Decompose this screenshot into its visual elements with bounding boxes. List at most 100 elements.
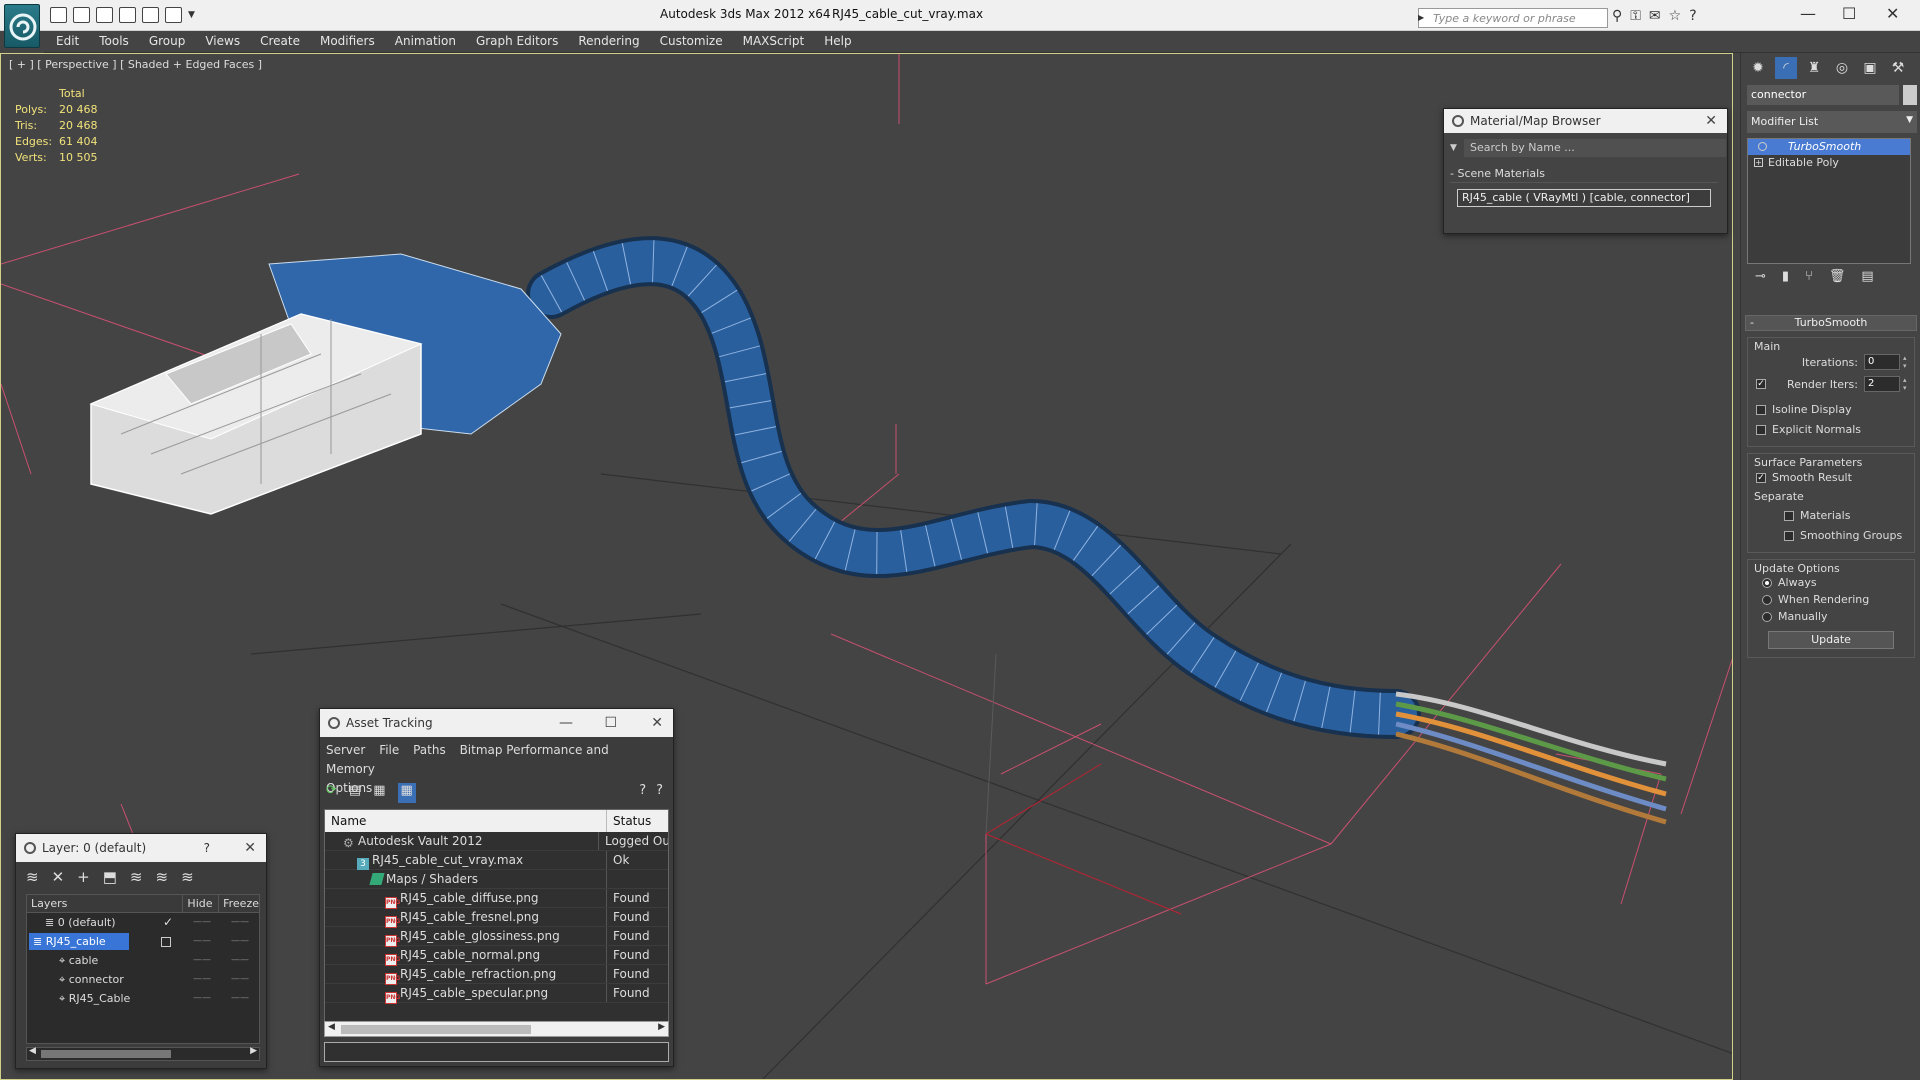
minimize-icon[interactable]: —: [1800, 4, 1816, 23]
qat-dropdown-icon[interactable]: ▼: [188, 7, 198, 23]
vault-help-icon[interactable]: ?: [656, 783, 663, 803]
update-button[interactable]: Update: [1768, 631, 1894, 649]
create-tab-icon[interactable]: ✹: [1747, 57, 1769, 79]
remove-modifier-icon[interactable]: 🗑: [1829, 269, 1846, 284]
options-dropdown-icon[interactable]: ▼: [1450, 143, 1457, 153]
scroll-right-icon[interactable]: ▶: [250, 1046, 257, 1056]
maximize-icon[interactable]: ☐: [604, 709, 617, 737]
explicit-normals-checkbox[interactable]: [1756, 425, 1766, 435]
hide-toggle[interactable]: ——: [193, 913, 211, 932]
separate-materials-option[interactable]: Materials: [1754, 506, 1908, 526]
pin-stack-icon[interactable]: ⊸: [1755, 269, 1766, 284]
search-expand-icon[interactable]: ▶: [1418, 8, 1428, 28]
close-icon[interactable]: ✕: [244, 834, 256, 862]
scene-materials-section[interactable]: - Scene Materials: [1450, 167, 1718, 183]
layer-row[interactable]: ⌖ connector —— ——: [27, 970, 259, 989]
select-objects-icon[interactable]: ⬒: [103, 868, 117, 886]
hide-all-icon[interactable]: ≋: [156, 868, 169, 886]
expand-plus-icon[interactable]: +: [1754, 158, 1763, 167]
refresh-icon[interactable]: ⟳: [326, 783, 337, 803]
close-icon[interactable]: ✕: [1886, 4, 1899, 23]
freeze-toggle[interactable]: ——: [231, 913, 249, 932]
asset-row[interactable]: PNGRJ45_cable_refraction.png Found: [325, 965, 668, 985]
layer-row[interactable]: ⌖ cable —— ——: [27, 951, 259, 970]
menu-server[interactable]: Server: [326, 743, 365, 757]
freeze-toggle[interactable]: ——: [231, 951, 249, 970]
save-file-icon[interactable]: [73, 7, 90, 23]
menu-paths[interactable]: Paths: [413, 743, 446, 757]
menu-rendering[interactable]: Rendering: [578, 31, 639, 52]
menu-views[interactable]: Views: [205, 31, 240, 52]
isoline-checkbox[interactable]: [1756, 405, 1766, 415]
menu-modifiers[interactable]: Modifiers: [320, 31, 375, 52]
asset-row[interactable]: PNGRJ45_cable_normal.png Found: [325, 946, 668, 966]
project-folder-icon[interactable]: [165, 7, 182, 23]
menu-file[interactable]: File: [379, 743, 399, 757]
display-tab-icon[interactable]: ▣: [1859, 57, 1881, 79]
asset-tracking-titlebar[interactable]: Asset Tracking — ☐ ✕: [320, 709, 673, 737]
menu-create[interactable]: Create: [260, 31, 300, 52]
layer-row[interactable]: ≣ 0 (default) ✓ —— ——: [27, 913, 259, 932]
help-search-input[interactable]: Type a keyword or phrase: [1418, 8, 1608, 28]
material-search-input[interactable]: Search by Name ...: [1464, 139, 1726, 157]
materials-checkbox[interactable]: [1784, 511, 1794, 521]
scrollbar-thumb[interactable]: [41, 1050, 171, 1058]
col-status[interactable]: Status: [607, 810, 651, 832]
add-layer-icon[interactable]: +: [77, 868, 90, 886]
viewport-label[interactable]: [ + ] [ Perspective ] [ Shaded + Edged F…: [9, 58, 262, 71]
menu-help[interactable]: Help: [824, 31, 851, 52]
menu-maxscript[interactable]: MAXScript: [743, 31, 805, 52]
set-current-layer-box[interactable]: [161, 937, 171, 947]
freeze-toggle[interactable]: ——: [231, 970, 249, 989]
open-file-icon[interactable]: [50, 7, 67, 23]
communication-icon[interactable]: ✉: [1649, 8, 1661, 24]
layer-panel-titlebar[interactable]: Layer: 0 (default) ? ✕: [16, 834, 266, 862]
layers-icon[interactable]: ≋: [26, 868, 39, 886]
asset-row[interactable]: PNGRJ45_cable_fresnel.png Found: [325, 908, 668, 928]
object-color-swatch[interactable]: [1903, 85, 1917, 105]
show-end-result-icon[interactable]: ▮: [1782, 269, 1789, 284]
col-name[interactable]: Name: [325, 810, 607, 832]
manually-radio[interactable]: [1762, 612, 1772, 622]
modifier-list-dropdown[interactable]: Modifier List ▼: [1747, 111, 1917, 133]
close-icon[interactable]: ✕: [651, 709, 663, 737]
table-view-icon[interactable]: ▦: [397, 783, 416, 803]
col-layers[interactable]: Layers: [27, 895, 184, 912]
menu-animation[interactable]: Animation: [395, 31, 456, 52]
menu-group[interactable]: Group: [149, 31, 186, 52]
hierarchy-tab-icon[interactable]: ♜: [1803, 57, 1825, 79]
menu-edit[interactable]: Edit: [56, 31, 79, 52]
rollout-header[interactable]: - TurboSmooth: [1745, 315, 1917, 331]
undo-icon[interactable]: [119, 7, 136, 23]
stack-item-turbosmooth[interactable]: TurboSmooth: [1748, 139, 1910, 155]
asset-row[interactable]: 3 RJ45_cable_cut_vray.max Ok: [325, 851, 668, 870]
col-freeze[interactable]: Freeze: [219, 895, 259, 912]
layer-row[interactable]: ⌖ RJ45_Cable —— ——: [27, 989, 259, 1008]
asset-horizontal-scrollbar[interactable]: ◀ ▶: [324, 1021, 669, 1037]
hide-toggle[interactable]: ——: [193, 970, 211, 989]
explicit-normals-option[interactable]: Explicit Normals: [1754, 420, 1908, 440]
always-radio[interactable]: [1762, 578, 1772, 588]
make-unique-icon[interactable]: ⑂: [1805, 269, 1813, 284]
asset-row[interactable]: PNGRJ45_cable_specular.png Found: [325, 984, 668, 1004]
material-browser-titlebar[interactable]: Material/Map Browser ✕: [1444, 109, 1727, 133]
scroll-left-icon[interactable]: ◀: [29, 1046, 36, 1056]
update-manually-option[interactable]: Manually: [1754, 608, 1908, 625]
update-always-option[interactable]: Always: [1754, 574, 1908, 591]
menu-bitmap-performance[interactable]: Bitmap Performance and Memory: [326, 743, 609, 776]
hide-toggle[interactable]: ——: [193, 951, 211, 970]
redo-icon[interactable]: [142, 7, 159, 23]
material-item[interactable]: RJ45_cable ( VRayMtl ) [cable, connector…: [1457, 189, 1711, 207]
asset-path-field[interactable]: [324, 1042, 669, 1062]
smooth-result-checkbox[interactable]: ✓: [1756, 473, 1766, 483]
render-iters-checkbox[interactable]: ✓: [1756, 379, 1766, 389]
asset-row[interactable]: PNGRJ45_cable_glossiness.png Found: [325, 927, 668, 947]
modify-tab-icon[interactable]: ◜: [1775, 57, 1797, 79]
help-icon[interactable]: ?: [1689, 8, 1696, 24]
freeze-toggle[interactable]: ——: [231, 989, 249, 1008]
binoculars-icon[interactable]: ⚲: [1612, 8, 1622, 24]
tree-view-icon[interactable]: ▦: [373, 783, 385, 803]
menu-customize[interactable]: Customize: [660, 31, 723, 52]
favorites-star-icon[interactable]: ☆: [1669, 8, 1682, 24]
render-iters-spinner[interactable]: 2: [1864, 376, 1909, 392]
